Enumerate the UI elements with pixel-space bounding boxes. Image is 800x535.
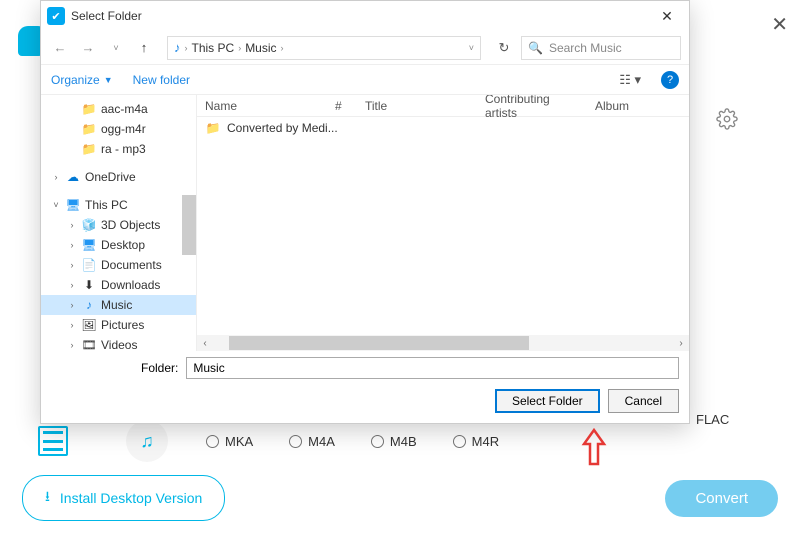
folder-icon: 📁 [205, 121, 221, 135]
select-folder-button[interactable]: Select Folder [495, 389, 600, 413]
refresh-icon[interactable]: ↻ [493, 40, 515, 56]
dialog-app-icon: ✔ [47, 7, 65, 25]
video-format-icon[interactable] [38, 426, 68, 456]
select-folder-dialog: ✔ Select Folder ✕ ← → ˅ ↑ ♪ › This PC › … [40, 0, 690, 424]
list-item[interactable]: 📁 Converted by Medi... [197, 117, 689, 139]
format-option-mka[interactable]: MKA [206, 434, 253, 449]
view-options-icon[interactable]: ☷ ▾ [619, 72, 641, 88]
tree-scrollbar[interactable] [182, 195, 196, 255]
cancel-button[interactable]: Cancel [608, 389, 679, 413]
format-option-m4a[interactable]: M4A [289, 434, 335, 449]
nav-recent-icon[interactable]: ˅ [105, 37, 127, 59]
dialog-close-icon[interactable]: ✕ [651, 8, 683, 25]
help-icon[interactable]: ? [661, 71, 679, 89]
organize-menu[interactable]: Organize ▼ [51, 73, 113, 87]
tree-item-3dobjects[interactable]: ›🧊3D Objects [41, 215, 196, 235]
dialog-title: Select Folder [71, 9, 651, 23]
breadcrumb[interactable]: ♪ › This PC › Music › ˅ [167, 36, 481, 60]
app-close-icon[interactable]: ✕ [771, 12, 788, 37]
chevron-down-icon[interactable]: ˅ [469, 43, 474, 53]
convert-button[interactable]: Convert [665, 480, 778, 517]
tree-item-desktop[interactable]: ›🖥Desktop [41, 235, 196, 255]
download-icon: ⭳ [45, 486, 50, 510]
nav-back-icon[interactable]: ← [49, 37, 71, 59]
audio-format-icon[interactable]: ♫ [126, 420, 168, 462]
tree-item-aac[interactable]: 📁aac-m4a [41, 99, 196, 119]
tree-item-ogg[interactable]: 📁ogg-m4r [41, 119, 196, 139]
folder-name-input[interactable] [186, 357, 679, 379]
settings-icon[interactable] [716, 108, 738, 135]
tree-item-documents[interactable]: ›📄Documents [41, 255, 196, 275]
tree-item-music[interactable]: ›♪Music [41, 295, 196, 315]
format-option-m4b[interactable]: M4B [371, 434, 417, 449]
search-icon: 🔍 [528, 41, 543, 55]
horizontal-scrollbar[interactable]: ‹ › [197, 335, 689, 351]
format-flac-label: FLAC [696, 412, 729, 427]
tree-item-downloads[interactable]: ›⬇Downloads [41, 275, 196, 295]
tree-item-pictures[interactable]: ›🖼Pictures [41, 315, 196, 335]
annotation-arrow-icon [580, 428, 608, 468]
install-desktop-button[interactable]: ⭳ Install Desktop Version [22, 475, 225, 521]
music-folder-icon: ♪ [174, 40, 181, 55]
nav-forward-icon[interactable]: → [77, 37, 99, 59]
nav-up-icon[interactable]: ↑ [133, 37, 155, 59]
tree-item-thispc[interactable]: ˅🖥This PC [41, 195, 196, 215]
tree-item-onedrive[interactable]: ›☁OneDrive [41, 167, 196, 187]
tree-item-videos[interactable]: ›🎞Videos [41, 335, 196, 351]
file-list[interactable]: 📁 Converted by Medi... [197, 117, 689, 335]
new-folder-button[interactable]: New folder [133, 73, 190, 87]
format-option-m4r[interactable]: M4R [453, 434, 499, 449]
search-input[interactable]: 🔍 Search Music [521, 36, 681, 60]
tree-item-ra[interactable]: 📁ra - mp3 [41, 139, 196, 159]
folder-tree[interactable]: 📁aac-m4a 📁ogg-m4r 📁ra - mp3 ›☁OneDrive ˅… [41, 95, 197, 351]
column-headers[interactable]: Name # Title Contributing artists Album [197, 95, 689, 117]
folder-label: Folder: [141, 361, 178, 375]
